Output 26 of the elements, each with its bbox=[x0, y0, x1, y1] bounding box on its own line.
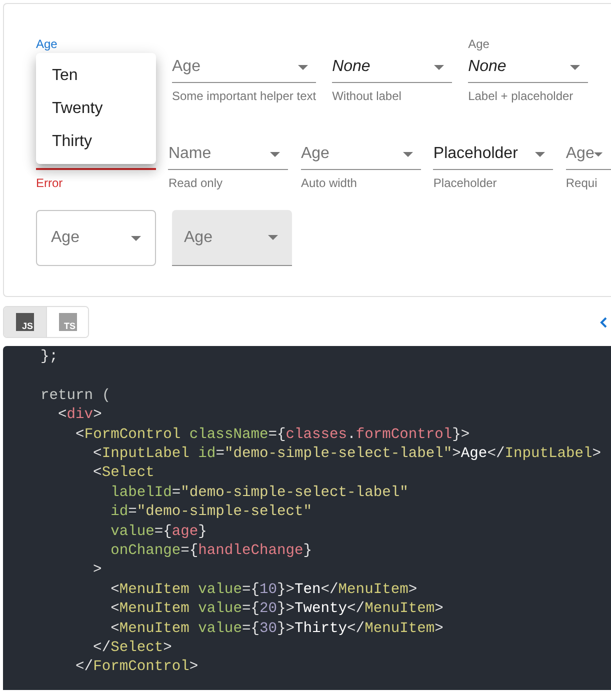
code-line: id="demo-simple-select" bbox=[110, 503, 312, 522]
helper-text: Some important helper text bbox=[172, 89, 316, 103]
helper-text: Requi bbox=[566, 176, 598, 190]
code-line: value={age} bbox=[110, 522, 207, 542]
code-line: }; bbox=[40, 348, 58, 367]
code-line: <MenuItem value={10}>Ten</MenuItem> bbox=[110, 580, 418, 600]
code-line: return ( bbox=[40, 386, 111, 406]
helper-text: Auto width bbox=[300, 176, 357, 190]
code-line: onChange={handleChange} bbox=[110, 542, 312, 562]
helper-text: Error bbox=[36, 176, 63, 190]
field-label: Age bbox=[36, 36, 58, 52]
helper-text: Placeholder bbox=[433, 176, 497, 190]
helper-text: Label + placeholder bbox=[468, 89, 574, 103]
code-line: <MenuItem value={20}>Twenty</MenuItem> bbox=[110, 600, 444, 620]
code-line: <FormControl className={classes.formControl}> bbox=[74, 426, 470, 445]
helper-text: Read only bbox=[168, 176, 223, 190]
code-line: <Select bbox=[92, 464, 154, 484]
code-line: > bbox=[92, 561, 102, 580]
code-line: labelId="demo-simple-select-label" bbox=[110, 484, 408, 503]
code-line: <div> bbox=[57, 406, 102, 426]
code-line: </Select> bbox=[92, 639, 172, 658]
code-line: <InputLabel id="demo-simple-select-label">Age</InputLabel> bbox=[92, 445, 602, 464]
field-label: Age bbox=[468, 36, 490, 52]
code-line: </FormControl> bbox=[74, 658, 198, 678]
code-line: <MenuItem value={30}>Thirty</MenuItem> bbox=[110, 620, 444, 639]
helper-text: Without label bbox=[332, 89, 402, 103]
